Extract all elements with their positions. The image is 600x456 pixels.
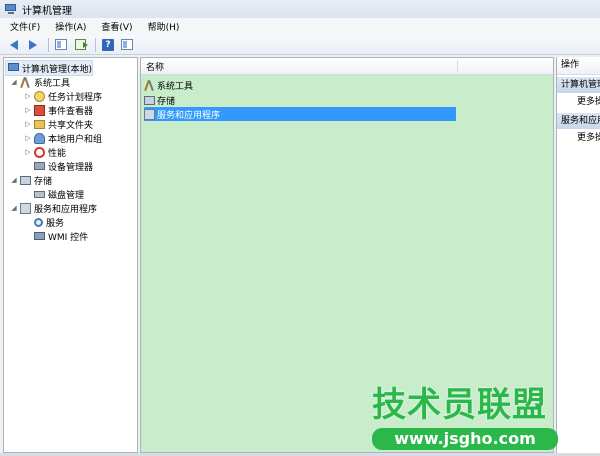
storage-icon: [20, 175, 31, 185]
action-pane: 操作 计算机管理 更多操作 服务和应用程序 更多操作: [556, 57, 600, 453]
show-action-pane-button[interactable]: [119, 37, 135, 53]
title-bar: 计算机管理: [0, 0, 600, 19]
collapse-arrow-icon[interactable]: ◢: [10, 78, 18, 86]
device-manager-icon: [34, 162, 45, 170]
menu-help[interactable]: 帮助(H): [138, 20, 185, 33]
services-icon: [34, 217, 43, 227]
forward-icon: [29, 39, 37, 50]
forward-button[interactable]: [25, 37, 41, 53]
menu-file[interactable]: 文件(F): [0, 20, 45, 33]
column-header: 名称: [141, 58, 553, 75]
tree-label: 服务: [46, 218, 65, 229]
menu-action[interactable]: 操作(A): [45, 20, 91, 33]
help-icon: ?: [102, 38, 114, 51]
list-item[interactable]: 系统工具: [144, 78, 193, 92]
collapse-arrow-icon[interactable]: ◢: [10, 176, 18, 184]
list-item-label: 服务和应用程序: [157, 110, 221, 121]
tree-item-root[interactable]: 计算机管理(本地): [4, 60, 94, 76]
tree-item-services[interactable]: 服务: [32, 215, 64, 229]
tree-item-disk-management[interactable]: 磁盘管理: [32, 187, 84, 201]
computer-management-icon: [5, 4, 17, 14]
window-title: 计算机管理: [22, 5, 72, 17]
tree-item-services-apps[interactable]: ◢ 服务和应用程序: [10, 201, 97, 215]
watermark: 技术员联盟 www.jsgho.com: [372, 386, 558, 450]
services-apps-icon: [20, 202, 31, 214]
tree-item-device-manager[interactable]: 设备管理器: [32, 159, 93, 173]
tree-label: 本地用户和组: [48, 134, 103, 145]
storage-icon: [144, 95, 155, 105]
expand-arrow-icon[interactable]: ▷: [24, 92, 32, 100]
toolbar-separator: [48, 37, 49, 52]
help-button[interactable]: ?: [100, 37, 116, 53]
tree-item-event-viewer[interactable]: ▷ 事件查看器: [24, 103, 93, 117]
action-section-services-apps[interactable]: 服务和应用程序: [557, 113, 600, 129]
column-header-name[interactable]: 名称: [146, 60, 164, 73]
tools-icon: [20, 77, 31, 88]
action-pane-header: 操作: [557, 57, 600, 75]
expand-arrow-icon[interactable]: ▷: [24, 106, 32, 114]
list-item[interactable]: 存储: [144, 93, 175, 107]
collapse-arrow-icon[interactable]: ◢: [10, 204, 18, 212]
services-apps-icon: [144, 108, 155, 120]
export-list-button[interactable]: [72, 37, 88, 53]
tree-item-storage[interactable]: ◢ 存储: [10, 173, 52, 187]
clock-icon: [34, 90, 45, 102]
tree-item-performance[interactable]: ▷ 性能: [24, 145, 66, 159]
tree-item-system-tools[interactable]: ◢ 系统工具: [10, 75, 70, 89]
tree-label: 共享文件夹: [48, 120, 94, 131]
performance-icon: [34, 146, 45, 158]
list-item-label: 系统工具: [157, 81, 194, 92]
tree-item-wmi[interactable]: WMI 控件: [32, 229, 88, 243]
tree-label: 服务和应用程序: [34, 204, 98, 215]
tree-item-local-users[interactable]: ▷ 本地用户和组: [24, 131, 102, 145]
show-console-tree-icon: [55, 39, 67, 50]
more-actions-link[interactable]: 更多操作: [557, 129, 600, 147]
tree-item-task-scheduler[interactable]: ▷ 任务计划程序: [24, 89, 102, 103]
shared-folder-icon: [34, 119, 45, 129]
tree-label: 存储: [34, 176, 53, 187]
tree-label: 设备管理器: [48, 162, 94, 173]
expand-arrow-icon[interactable]: ▷: [24, 134, 32, 142]
back-button[interactable]: [6, 37, 22, 53]
tree-label: 系统工具: [34, 78, 71, 89]
event-viewer-icon: [34, 104, 45, 116]
watermark-title: 技术员联盟: [372, 385, 547, 425]
tree-item-shared-folders[interactable]: ▷ 共享文件夹: [24, 117, 93, 131]
expand-arrow-icon[interactable]: ▷: [24, 148, 32, 156]
list-item-selected[interactable]: 服务和应用程序: [144, 107, 456, 121]
tree-label: 性能: [48, 148, 67, 159]
export-list-icon: [74, 39, 88, 50]
menu-bar: 文件(F) 操作(A) 查看(V) 帮助(H): [0, 18, 600, 36]
menu-view[interactable]: 查看(V): [91, 20, 137, 33]
computer-icon: [8, 63, 19, 71]
disk-icon: [34, 190, 45, 198]
toolbar-separator: [95, 37, 96, 52]
console-tree: 计算机管理(本地) ◢ 系统工具 ▷ 任务计划程序 ▷ 事件查看器 ▷ 共享文件…: [3, 57, 138, 453]
tree-label: WMI 控件: [48, 232, 89, 243]
toolbar: ?: [0, 35, 600, 55]
tools-icon: [144, 80, 155, 91]
tree-label: 计算机管理(本地): [22, 64, 93, 75]
tree-label: 事件查看器: [48, 106, 94, 117]
tree-label: 磁盘管理: [48, 190, 85, 201]
expand-arrow-icon[interactable]: ▷: [24, 120, 32, 128]
tree-label: 任务计划程序: [48, 92, 103, 103]
column-divider[interactable]: [457, 60, 458, 72]
show-console-tree-button[interactable]: [53, 37, 69, 53]
action-section-computer-management[interactable]: 计算机管理: [557, 77, 600, 93]
list-item-label: 存储: [157, 96, 176, 107]
users-icon: [34, 132, 45, 144]
show-action-pane-icon: [121, 39, 133, 50]
more-actions-link[interactable]: 更多操作: [557, 93, 600, 111]
wmi-icon: [34, 232, 45, 240]
back-icon: [10, 39, 18, 50]
watermark-url: www.jsgho.com: [372, 428, 558, 450]
